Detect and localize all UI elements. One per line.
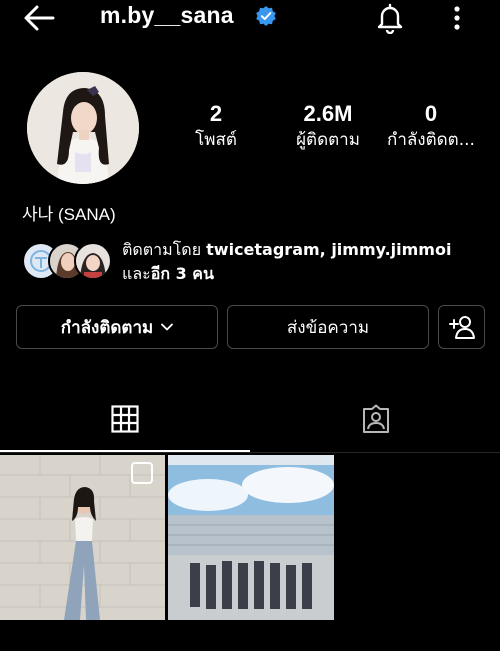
tab-divider	[0, 452, 500, 453]
bell-icon[interactable]	[374, 2, 406, 34]
posts-label: โพสต์	[195, 130, 237, 150]
mutual-follower-avatars[interactable]	[22, 242, 112, 280]
top-bar: m.by__sana	[0, 0, 500, 36]
stat-following[interactable]: 0 กำลังติดต...	[382, 100, 480, 152]
mutual-followers-text[interactable]: ติดตามโดย twicetagram, jimmy.jimmoi และอ…	[122, 238, 492, 286]
tab-tagged[interactable]	[250, 396, 500, 452]
followers-label: ผู้ติดตาม	[296, 130, 360, 150]
tagged-user-icon	[363, 404, 389, 433]
post-thumbnail[interactable]	[0, 455, 165, 620]
profile-display-name: 사나 (SANA)	[22, 205, 116, 224]
post-thumbnail[interactable]	[168, 455, 334, 620]
message-button[interactable]: ส่งข้อความ	[227, 305, 429, 349]
mutual-prefix: ติดตามโดย	[122, 240, 207, 259]
message-button-label: ส่งข้อความ	[286, 317, 370, 338]
profile-username: m.by__sana	[100, 2, 234, 28]
tab-posts-grid[interactable]	[0, 396, 250, 452]
profile-avatar[interactable]	[27, 72, 139, 184]
following-count: 0	[424, 101, 438, 126]
followers-count: 2.6M	[303, 101, 353, 126]
more-vertical-icon[interactable]	[450, 4, 464, 32]
mutual-others[interactable]: อีก 3 คน	[151, 264, 214, 283]
stat-followers[interactable]: 2.6M ผู้ติดตาม	[282, 100, 374, 152]
add-user-icon	[448, 316, 475, 339]
stat-posts[interactable]: 2 โพสต์	[180, 100, 252, 152]
following-label: กำลังติดต...	[387, 130, 475, 150]
mutual-avatar-3	[74, 242, 112, 280]
mutual-names[interactable]: twicetagram, jimmy.jimmoi	[206, 240, 451, 259]
following-button[interactable]: กำลังติดตาม	[16, 305, 218, 349]
suggested-users-button[interactable]	[438, 305, 485, 349]
mutual-line2-prefix: และ	[122, 264, 151, 283]
grid-icon	[111, 405, 139, 433]
following-button-label: กำลังติดตาม	[60, 317, 154, 338]
back-arrow-icon[interactable]	[22, 4, 56, 32]
verified-badge-icon	[256, 6, 276, 26]
chevron-down-icon	[161, 323, 174, 331]
posts-count: 2	[209, 101, 223, 126]
